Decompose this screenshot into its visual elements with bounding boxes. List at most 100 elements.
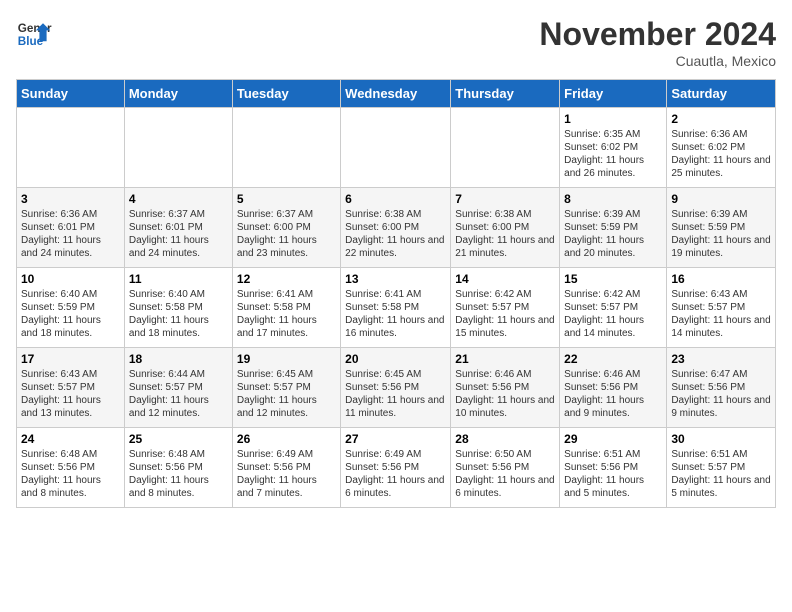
title-area: November 2024 Cuautla, Mexico: [539, 16, 776, 69]
day-info: Sunrise: 6:41 AM Sunset: 5:58 PM Dayligh…: [237, 288, 336, 340]
table-cell: 18 Sunrise: 6:44 AM Sunset: 5:57 PM Dayli…: [124, 348, 232, 428]
day-info: Sunrise: 6:48 AM Sunset: 5:56 PM Dayligh…: [129, 448, 228, 500]
day-number: 5: [237, 192, 336, 206]
day-info: Sunrise: 6:43 AM Sunset: 5:57 PM Dayligh…: [21, 368, 120, 420]
day-info: Sunrise: 6:36 AM Sunset: 6:02 PM Dayligh…: [671, 128, 771, 180]
table-cell: 25 Sunrise: 6:48 AM Sunset: 5:56 PM Dayli…: [124, 428, 232, 508]
day-number: 25: [129, 432, 228, 446]
week-row-3: 10 Sunrise: 6:40 AM Sunset: 5:59 PM Dayli…: [17, 268, 776, 348]
header-thursday: Thursday: [451, 80, 560, 108]
table-cell: 20 Sunrise: 6:45 AM Sunset: 5:56 PM Dayli…: [341, 348, 451, 428]
table-cell: 9 Sunrise: 6:39 AM Sunset: 5:59 PM Daylig…: [667, 188, 776, 268]
table-cell: 5 Sunrise: 6:37 AM Sunset: 6:00 PM Daylig…: [232, 188, 340, 268]
week-row-5: 24 Sunrise: 6:48 AM Sunset: 5:56 PM Dayli…: [17, 428, 776, 508]
table-cell: 30 Sunrise: 6:51 AM Sunset: 5:57 PM Dayli…: [667, 428, 776, 508]
table-cell: [341, 108, 451, 188]
day-info: Sunrise: 6:42 AM Sunset: 5:57 PM Dayligh…: [455, 288, 555, 340]
day-info: Sunrise: 6:39 AM Sunset: 5:59 PM Dayligh…: [564, 208, 662, 260]
day-number: 19: [237, 352, 336, 366]
day-number: 7: [455, 192, 555, 206]
table-cell: 28 Sunrise: 6:50 AM Sunset: 5:56 PM Dayli…: [451, 428, 560, 508]
week-row-4: 17 Sunrise: 6:43 AM Sunset: 5:57 PM Dayli…: [17, 348, 776, 428]
table-cell: 17 Sunrise: 6:43 AM Sunset: 5:57 PM Dayli…: [17, 348, 125, 428]
day-number: 12: [237, 272, 336, 286]
day-number: 13: [345, 272, 446, 286]
table-cell: 22 Sunrise: 6:46 AM Sunset: 5:56 PM Dayli…: [560, 348, 667, 428]
table-cell: 3Sunrise: 6:36 AM Sunset: 6:01 PM Daylig…: [17, 188, 125, 268]
header-monday: Monday: [124, 80, 232, 108]
table-cell: 2 Sunrise: 6:36 AM Sunset: 6:02 PM Daylig…: [667, 108, 776, 188]
day-number: 21: [455, 352, 555, 366]
day-number: 28: [455, 432, 555, 446]
day-number: 11: [129, 272, 228, 286]
table-cell: [232, 108, 340, 188]
day-number: 29: [564, 432, 662, 446]
day-info: Sunrise: 6:45 AM Sunset: 5:57 PM Dayligh…: [237, 368, 336, 420]
table-cell: [17, 108, 125, 188]
day-number: 23: [671, 352, 771, 366]
day-info: Sunrise: 6:38 AM Sunset: 6:00 PM Dayligh…: [345, 208, 446, 260]
day-number: 9: [671, 192, 771, 206]
day-number: 16: [671, 272, 771, 286]
day-info: Sunrise: 6:37 AM Sunset: 6:00 PM Dayligh…: [237, 208, 336, 260]
day-info: Sunrise: 6:35 AM Sunset: 6:02 PM Dayligh…: [564, 128, 662, 180]
calendar-table: Sunday Monday Tuesday Wednesday Thursday…: [16, 79, 776, 508]
table-cell: 7 Sunrise: 6:38 AM Sunset: 6:00 PM Daylig…: [451, 188, 560, 268]
table-cell: 14Sunrise: 6:42 AM Sunset: 5:57 PM Dayli…: [451, 268, 560, 348]
table-cell: 26Sunrise: 6:49 AM Sunset: 5:56 PM Dayli…: [232, 428, 340, 508]
day-info: Sunrise: 6:50 AM Sunset: 5:56 PM Dayligh…: [455, 448, 555, 500]
header-wednesday: Wednesday: [341, 80, 451, 108]
day-info: Sunrise: 6:47 AM Sunset: 5:56 PM Dayligh…: [671, 368, 771, 420]
day-number: 10: [21, 272, 120, 286]
table-cell: 10 Sunrise: 6:40 AM Sunset: 5:59 PM Dayli…: [17, 268, 125, 348]
table-cell: 8 Sunrise: 6:39 AM Sunset: 5:59 PM Daylig…: [560, 188, 667, 268]
day-info: Sunrise: 6:37 AM Sunset: 6:01 PM Dayligh…: [129, 208, 228, 260]
day-number: 20: [345, 352, 446, 366]
day-number: 1: [564, 112, 662, 126]
day-number: 4: [129, 192, 228, 206]
table-cell: 12 Sunrise: 6:41 AM Sunset: 5:58 PM Dayli…: [232, 268, 340, 348]
day-info: Sunrise: 6:46 AM Sunset: 5:56 PM Dayligh…: [564, 368, 662, 420]
table-cell: [124, 108, 232, 188]
day-number: 22: [564, 352, 662, 366]
day-info: Sunrise: 6:38 AM Sunset: 6:00 PM Dayligh…: [455, 208, 555, 260]
day-number: 26: [237, 432, 336, 446]
logo-icon: General Blue: [16, 16, 52, 52]
table-cell: 29 Sunrise: 6:51 AM Sunset: 5:56 PM Dayli…: [560, 428, 667, 508]
day-number: 30: [671, 432, 771, 446]
day-number: 2: [671, 112, 771, 126]
header-tuesday: Tuesday: [232, 80, 340, 108]
table-cell: 24 Sunrise: 6:48 AM Sunset: 5:56 PM Dayli…: [17, 428, 125, 508]
day-info: Sunrise: 6:45 AM Sunset: 5:56 PM Dayligh…: [345, 368, 446, 420]
day-number: 24: [21, 432, 120, 446]
day-info: Sunrise: 6:44 AM Sunset: 5:57 PM Dayligh…: [129, 368, 228, 420]
table-cell: [451, 108, 560, 188]
table-cell: 4 Sunrise: 6:37 AM Sunset: 6:01 PM Daylig…: [124, 188, 232, 268]
day-info: Sunrise: 6:48 AM Sunset: 5:56 PM Dayligh…: [21, 448, 120, 500]
calendar-title: November 2024: [539, 16, 776, 53]
day-number: 18: [129, 352, 228, 366]
table-cell: 15 Sunrise: 6:42 AM Sunset: 5:57 PM Dayli…: [560, 268, 667, 348]
table-cell: 1 Sunrise: 6:35 AM Sunset: 6:02 PM Daylig…: [560, 108, 667, 188]
day-number: 3: [21, 192, 120, 206]
table-cell: 16Sunrise: 6:43 AM Sunset: 5:57 PM Dayli…: [667, 268, 776, 348]
table-cell: 11 Sunrise: 6:40 AM Sunset: 5:58 PM Dayli…: [124, 268, 232, 348]
table-cell: 23 Sunrise: 6:47 AM Sunset: 5:56 PM Dayli…: [667, 348, 776, 428]
day-number: 27: [345, 432, 446, 446]
day-info: Sunrise: 6:49 AM Sunset: 5:56 PM Dayligh…: [345, 448, 446, 500]
day-number: 8: [564, 192, 662, 206]
week-row-1: 1 Sunrise: 6:35 AM Sunset: 6:02 PM Daylig…: [17, 108, 776, 188]
day-info: Sunrise: 6:40 AM Sunset: 5:59 PM Dayligh…: [21, 288, 120, 340]
day-info: Sunrise: 6:39 AM Sunset: 5:59 PM Dayligh…: [671, 208, 771, 260]
day-number: 17: [21, 352, 120, 366]
page-header: General Blue November 2024 Cuautla, Mexi…: [16, 16, 776, 69]
day-info: Sunrise: 6:42 AM Sunset: 5:57 PM Dayligh…: [564, 288, 662, 340]
header-sunday: Sunday: [17, 80, 125, 108]
table-cell: 19 Sunrise: 6:45 AM Sunset: 5:57 PM Dayli…: [232, 348, 340, 428]
day-info: Sunrise: 6:51 AM Sunset: 5:56 PM Dayligh…: [564, 448, 662, 500]
week-row-2: 3Sunrise: 6:36 AM Sunset: 6:01 PM Daylig…: [17, 188, 776, 268]
day-info: Sunrise: 6:40 AM Sunset: 5:58 PM Dayligh…: [129, 288, 228, 340]
table-cell: 21Sunrise: 6:46 AM Sunset: 5:56 PM Dayli…: [451, 348, 560, 428]
day-number: 15: [564, 272, 662, 286]
day-info: Sunrise: 6:51 AM Sunset: 5:57 PM Dayligh…: [671, 448, 771, 500]
